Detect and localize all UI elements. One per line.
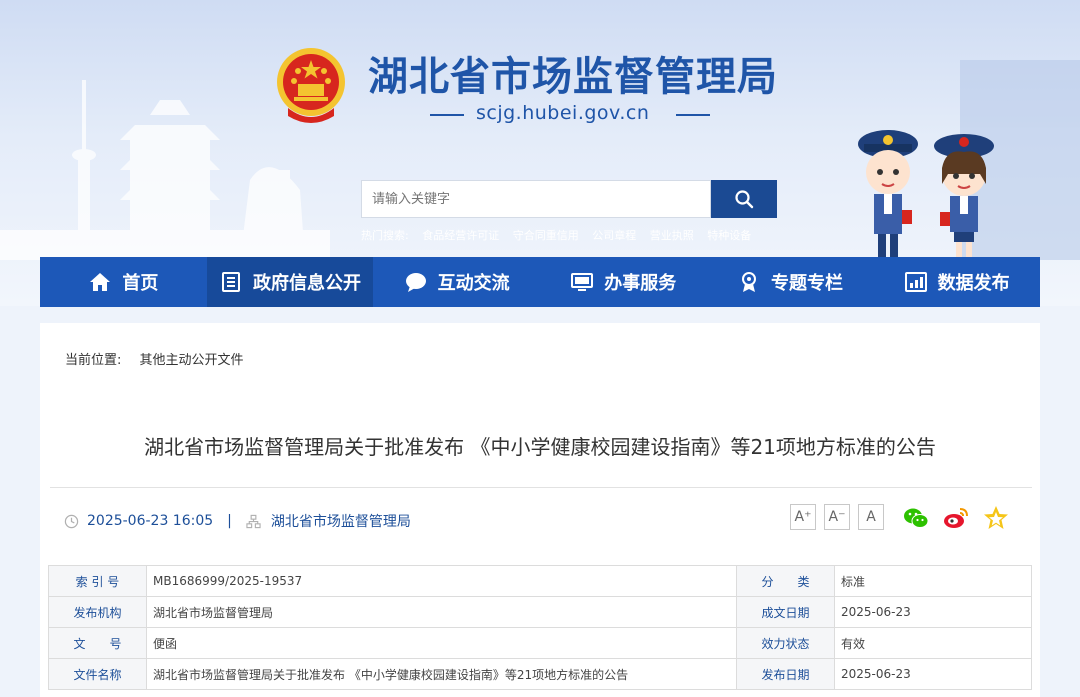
publish-source: 湖北省市场监督管理局 bbox=[270, 514, 411, 530]
search-button[interactable] bbox=[711, 180, 777, 218]
domain-line-right bbox=[676, 114, 710, 116]
table-row: 文 号 便函 效力状态 有效 bbox=[48, 627, 1032, 659]
document-list-icon bbox=[221, 272, 240, 292]
publish-datetime: 2025-06-23 16:05 bbox=[87, 513, 214, 529]
breadcrumb-current[interactable]: 其他主动公开文件 bbox=[140, 353, 244, 368]
bar-chart-icon bbox=[904, 272, 927, 292]
document-info-table: 索 引 号 MB1686999/2025-19537 分 类 标准 发布机构 湖… bbox=[48, 565, 1032, 690]
info-value: 标准 bbox=[834, 565, 1032, 597]
table-row: 发布机构 湖北省市场监督管理局 成文日期 2025-06-23 bbox=[48, 596, 1032, 628]
favorite-star-icon[interactable] bbox=[982, 504, 1010, 532]
mascot-illustration bbox=[858, 130, 994, 258]
info-label: 文 号 bbox=[48, 627, 147, 659]
info-value: 湖北省市场监督管理局 bbox=[146, 596, 737, 628]
clock-icon bbox=[64, 514, 79, 528]
chat-bubble-icon bbox=[405, 273, 426, 292]
nav-item-services[interactable]: 办事服务 bbox=[540, 257, 707, 307]
home-icon bbox=[90, 273, 111, 291]
national-emblem-logo bbox=[277, 48, 345, 123]
hot-search-row: 热门搜索: 食品经营许可证 守合同重信用 公司章程 营业执照 特种设备 bbox=[361, 227, 761, 243]
article-panel: 当前位置: 其他主动公开文件 湖北省市场监督管理局关于批准发布 《中小学健康校园… bbox=[40, 323, 1040, 697]
info-value: 湖北省市场监督管理局关于批准发布 《中小学健康校园建设指南》等21项地方标准的公… bbox=[146, 658, 737, 690]
monitor-icon bbox=[571, 273, 594, 291]
domain-line-left bbox=[430, 114, 464, 116]
hot-search-link[interactable]: 守合同重信用 bbox=[513, 229, 579, 242]
info-value: 2025-06-23 bbox=[834, 658, 1032, 690]
table-row: 索 引 号 MB1686999/2025-19537 分 类 标准 bbox=[48, 565, 1032, 597]
nav-item-label: 专题专栏 bbox=[770, 273, 843, 294]
info-value: 2025-06-23 bbox=[834, 596, 1032, 628]
hot-search-link[interactable]: 营业执照 bbox=[650, 229, 694, 242]
info-value: MB1686999/2025-19537 bbox=[146, 565, 737, 597]
main-nav: 首页 政府信息公开 互动交流 办事服务 专题专栏 数据发布 bbox=[40, 257, 1040, 307]
wechat-icon[interactable] bbox=[902, 504, 930, 532]
hot-search-label: 热门搜索: bbox=[361, 229, 409, 242]
nav-item-label: 数据发布 bbox=[937, 273, 1010, 294]
font-increase-button[interactable]: A⁺ bbox=[790, 504, 816, 530]
search-input[interactable] bbox=[361, 180, 711, 218]
table-row: 文件名称 湖北省市场监督管理局关于批准发布 《中小学健康校园建设指南》等21项地… bbox=[48, 658, 1032, 690]
info-label: 成文日期 bbox=[736, 596, 835, 628]
site-title: 湖北省市场监督管理局 bbox=[368, 54, 778, 100]
nav-item-gov-info[interactable]: 政府信息公开 bbox=[206, 257, 374, 307]
breadcrumb-label: 当前位置: bbox=[65, 353, 122, 368]
search-icon bbox=[735, 190, 754, 209]
nav-item-label: 政府信息公开 bbox=[252, 273, 361, 294]
nav-item-interaction[interactable]: 互动交流 bbox=[373, 257, 540, 307]
hot-search-link[interactable]: 特种设备 bbox=[707, 229, 751, 242]
domain-text: scjg.hubei.gov.cn bbox=[476, 102, 650, 124]
nav-item-home[interactable]: 首页 bbox=[40, 257, 207, 307]
badge-icon bbox=[741, 272, 756, 292]
nav-item-data-release[interactable]: 数据发布 bbox=[873, 257, 1040, 307]
font-reset-button[interactable]: A bbox=[858, 504, 884, 530]
hot-search-link[interactable]: 公司章程 bbox=[592, 229, 636, 242]
info-label: 效力状态 bbox=[736, 627, 835, 659]
site-domain: scjg.hubei.gov.cn bbox=[430, 100, 710, 128]
meta-separator: | bbox=[227, 513, 232, 529]
info-value: 有效 bbox=[834, 627, 1032, 659]
nav-item-label: 互动交流 bbox=[437, 273, 510, 294]
nav-item-label: 办事服务 bbox=[604, 273, 677, 294]
article-title: 湖北省市场监督管理局关于批准发布 《中小学健康校园建设指南》等21项地方标准的公… bbox=[144, 435, 936, 459]
nav-item-label: 首页 bbox=[122, 273, 159, 294]
font-decrease-button[interactable]: A⁻ bbox=[824, 504, 850, 530]
nav-item-topics[interactable]: 专题专栏 bbox=[707, 257, 874, 307]
info-label: 发布机构 bbox=[48, 596, 147, 628]
info-label: 发布日期 bbox=[736, 658, 835, 690]
weibo-icon[interactable] bbox=[942, 504, 970, 532]
info-label: 文件名称 bbox=[48, 658, 147, 690]
org-tree-icon bbox=[246, 514, 261, 528]
article-meta: 2025-06-23 16:05 | 湖北省市场监督管理局 bbox=[64, 511, 411, 531]
info-value: 便函 bbox=[146, 627, 737, 659]
hot-search-link[interactable]: 食品经营许可证 bbox=[422, 229, 499, 242]
meta-divider bbox=[50, 487, 1032, 488]
info-label: 索 引 号 bbox=[48, 565, 147, 597]
breadcrumb: 当前位置: 其他主动公开文件 bbox=[65, 349, 244, 368]
info-label: 分 类 bbox=[736, 565, 835, 597]
